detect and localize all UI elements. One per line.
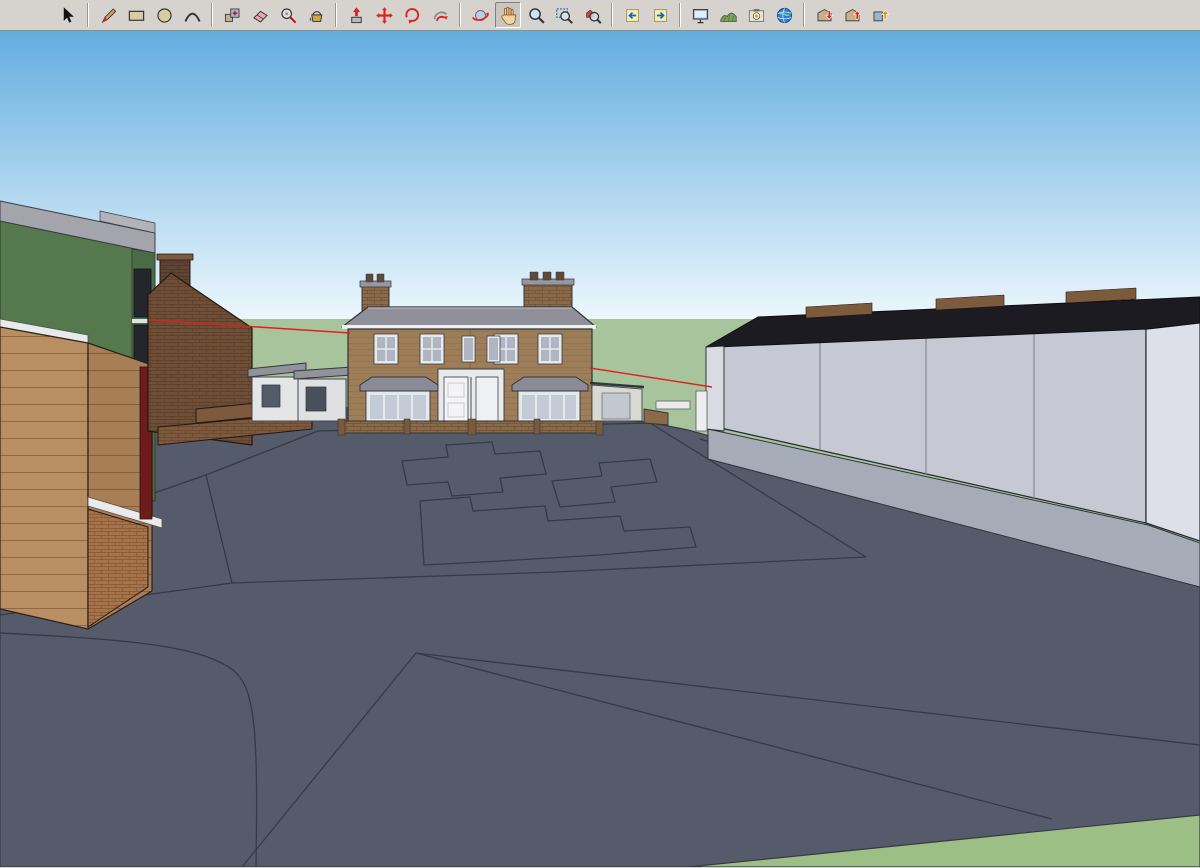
main-roof <box>342 307 596 327</box>
toolbar-divider <box>611 3 613 27</box>
sash-window <box>420 334 444 364</box>
make-component-icon <box>223 6 242 25</box>
get-current-view-icon <box>691 6 710 25</box>
wall-pier <box>404 419 410 434</box>
toolbar-button-offset[interactable] <box>427 2 453 28</box>
shed-end-bay <box>1146 317 1200 541</box>
white-post <box>696 391 707 431</box>
front-door-right <box>476 377 498 423</box>
toolbar-button-photo-textures[interactable] <box>743 2 769 28</box>
bay-roof <box>360 377 438 391</box>
toolbar-divider <box>211 3 213 27</box>
circle-icon <box>155 6 174 25</box>
toolbar-button-next-view[interactable] <box>647 2 673 28</box>
gable-chimney-cap <box>157 254 193 260</box>
shed-end-column <box>706 346 724 431</box>
toolbar-button-get-models[interactable] <box>811 2 837 28</box>
offset-icon <box>431 6 450 25</box>
wall-pier <box>338 419 345 435</box>
share-model-icon <box>843 6 862 25</box>
garage-door <box>602 393 630 419</box>
next-view-icon <box>651 6 670 25</box>
chimney-left-cap <box>360 281 391 287</box>
preview-in-google-earth-icon <box>775 6 794 25</box>
toolbar-button-arc[interactable] <box>179 2 205 28</box>
previous-view-icon <box>623 6 642 25</box>
toolbar-button-preview-in-google-earth[interactable] <box>771 2 797 28</box>
toolbar-button-zoom[interactable] <box>523 2 549 28</box>
narrow-window <box>487 336 500 362</box>
annex-opening <box>306 387 326 411</box>
sash-window <box>374 334 398 364</box>
get-models-icon <box>815 6 834 25</box>
toolbar-button-line[interactable] <box>95 2 121 28</box>
push-pull-icon <box>347 6 366 25</box>
zoom-window-icon <box>555 6 574 25</box>
toolbar-divider <box>87 3 89 27</box>
chimney-pot <box>366 274 373 282</box>
toolbar-divider <box>459 3 461 27</box>
tape-measure-icon <box>279 6 298 25</box>
toolbar-button-push-pull[interactable] <box>343 2 369 28</box>
wall-pier <box>534 419 540 434</box>
rotate-icon <box>403 6 422 25</box>
photo-textures-icon <box>747 6 766 25</box>
select-icon <box>59 6 78 25</box>
arc-icon <box>183 6 202 25</box>
toolbar-divider <box>679 3 681 27</box>
toolbar-button-zoom-window[interactable] <box>551 2 577 28</box>
wall-pier <box>468 419 476 435</box>
toolbar-divider <box>803 3 805 27</box>
timber-fronted-building[interactable] <box>0 319 162 629</box>
toolbar-button-make-component[interactable] <box>219 2 245 28</box>
bay-roof <box>512 377 588 391</box>
rectangle-icon <box>127 6 146 25</box>
zoom-extents-icon <box>583 6 602 25</box>
toolbar-button-toggle-terrain[interactable] <box>715 2 741 28</box>
toolbar-button-zoom-extents[interactable] <box>579 2 605 28</box>
toolbar-button-get-current-view[interactable] <box>687 2 713 28</box>
door-porch <box>438 369 504 425</box>
line-icon <box>99 6 118 25</box>
chimney-pot <box>556 272 564 280</box>
chimney-pot <box>530 272 538 280</box>
toolbar-divider <box>335 3 337 27</box>
3d-viewport[interactable] <box>0 31 1200 867</box>
timber-front-planks <box>0 327 88 629</box>
pan-icon <box>499 6 518 25</box>
white-outbuildings[interactable] <box>248 363 352 421</box>
share-component-icon <box>871 6 890 25</box>
toolbar-button-rotate[interactable] <box>399 2 425 28</box>
chimney-pot <box>543 272 551 280</box>
toolbar-button-circle[interactable] <box>151 2 177 28</box>
outbuilding-window <box>262 385 280 407</box>
toolbar-button-share-model[interactable] <box>839 2 865 28</box>
toggle-terrain-icon <box>719 6 738 25</box>
zoom-icon <box>527 6 546 25</box>
narrow-window <box>462 336 475 362</box>
chimney-pot <box>377 274 384 282</box>
paint-bucket-icon <box>307 6 326 25</box>
toolbar-button-pan[interactable] <box>495 2 521 28</box>
sash-window <box>538 334 562 364</box>
eraser-icon <box>251 6 270 25</box>
toolbar-button-previous-view[interactable] <box>619 2 645 28</box>
move-icon <box>375 6 394 25</box>
viewport-container <box>0 31 1200 867</box>
toolbar-button-rectangle[interactable] <box>123 2 149 28</box>
toolbar-button-share-component[interactable] <box>867 2 893 28</box>
orbit-icon <box>471 6 490 25</box>
toolbar-button-paint-bucket[interactable] <box>303 2 329 28</box>
white-gate <box>656 401 690 409</box>
toolbar <box>0 0 1200 31</box>
toolbar-button-select[interactable] <box>55 2 81 28</box>
toolbar-button-eraser[interactable] <box>247 2 273 28</box>
toolbar-button-tape-measure[interactable] <box>275 2 301 28</box>
bay-window-right <box>512 377 588 423</box>
bay-window-left <box>360 377 438 423</box>
toolbar-button-move[interactable] <box>371 2 397 28</box>
toolbar-button-orbit[interactable] <box>467 2 493 28</box>
